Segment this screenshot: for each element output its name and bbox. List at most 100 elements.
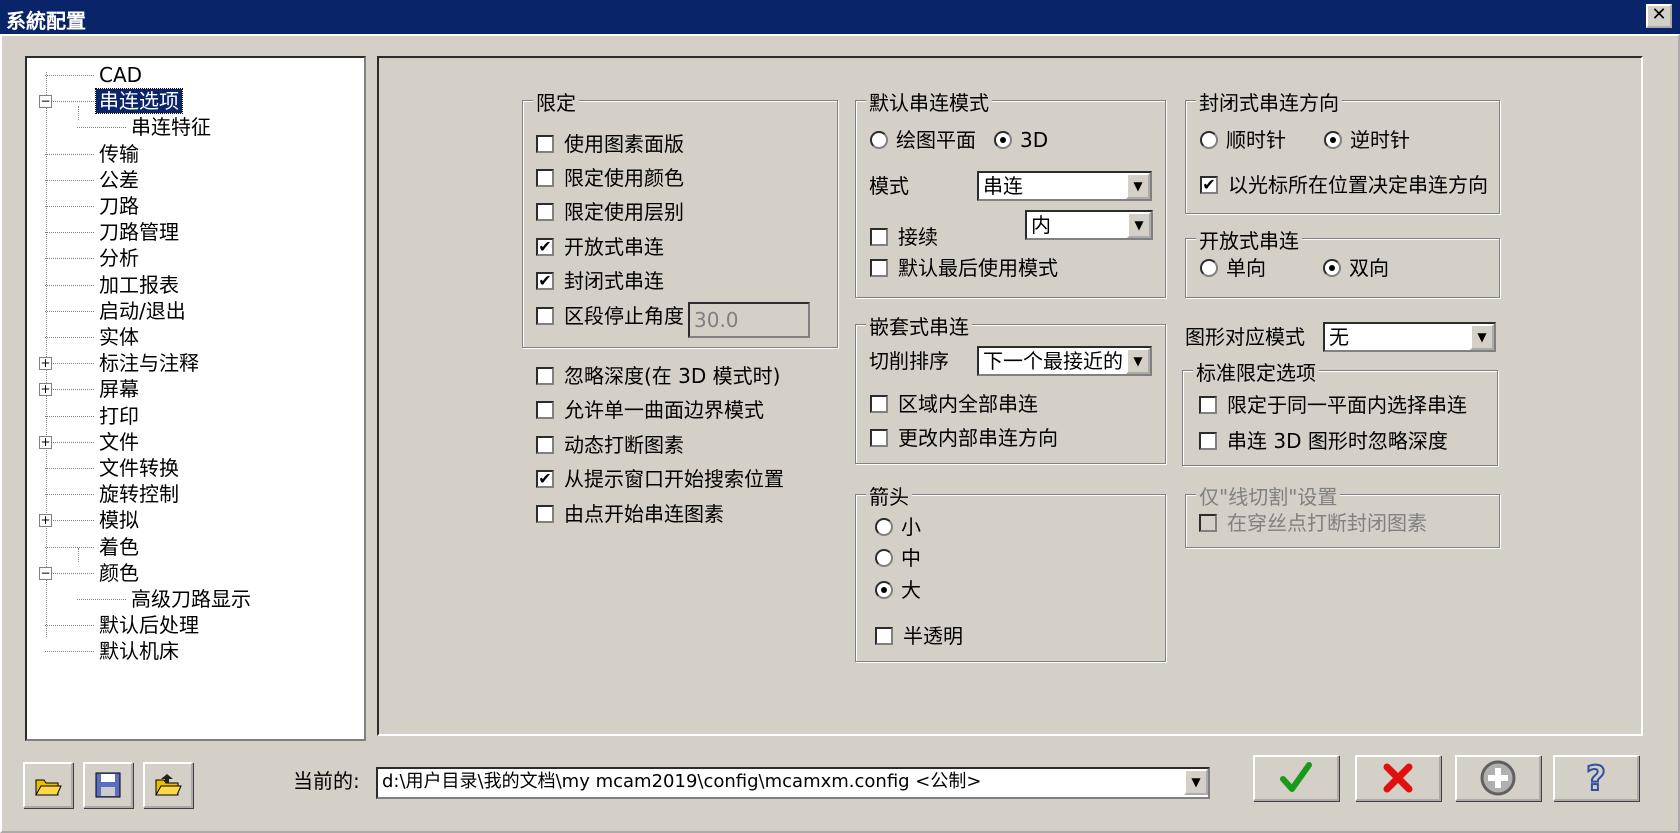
clockwise-radio[interactable]: 顺时针 (1200, 128, 1286, 154)
checkbox-box[interactable] (536, 306, 554, 325)
tree-item[interactable]: 刀路 (96, 193, 142, 219)
current-config-select[interactable]: d:\用户目录\我的文档\my mcam2019\config\mcamxm.c… (376, 767, 1210, 799)
tree-item[interactable]: 加工报表 (96, 272, 182, 298)
tree-item[interactable]: 旋转控制 (96, 481, 182, 507)
help-button[interactable]: ? (1553, 755, 1639, 801)
expand-icon[interactable]: + (39, 435, 52, 449)
checkbox-box[interactable] (536, 202, 554, 221)
all-in-region-checkbox[interactable]: 区域内全部串连 (870, 392, 1038, 418)
use-last-mode-checkbox[interactable]: 默认最后使用模式 (870, 256, 1058, 282)
counterclockwise-radio[interactable]: 逆时针 (1324, 128, 1410, 154)
save-as-button[interactable] (143, 762, 193, 808)
wait-checkbox[interactable]: 接续 (870, 225, 938, 251)
reverse-inner-checkbox[interactable]: 更改内部串连方向 (870, 426, 1058, 452)
tree-item[interactable]: 高级刀路显示 (128, 586, 254, 612)
arrow-small-radio[interactable]: 小 (875, 515, 921, 541)
limit-level-checkbox[interactable]: 限定使用层别 (536, 200, 684, 226)
radio-circle[interactable] (1200, 130, 1218, 149)
radio-circle[interactable] (875, 517, 893, 536)
checkbox-box[interactable] (870, 428, 888, 447)
single-surface-checkbox[interactable]: 允许单一曲面边界模式 (536, 398, 764, 424)
use-entity-mask-checkbox[interactable]: 使用图素面版 (536, 132, 684, 158)
two-way-radio[interactable]: 双向 (1323, 256, 1389, 282)
checkbox-box[interactable] (536, 400, 554, 419)
radio-circle[interactable] (1200, 258, 1218, 277)
tree-item[interactable]: 传输 (96, 141, 142, 167)
tree-item[interactable]: 文件转换 (96, 455, 182, 481)
expand-icon[interactable]: + (39, 357, 52, 371)
save-button[interactable] (83, 762, 133, 808)
checkbox-box[interactable] (536, 504, 554, 523)
expand-icon[interactable]: + (39, 383, 52, 397)
3d-radio[interactable]: 3D (994, 128, 1048, 154)
collapse-icon[interactable]: − (39, 95, 52, 109)
radio-circle[interactable] (875, 548, 893, 567)
limit-color-checkbox[interactable]: 限定使用颜色 (536, 166, 684, 192)
checkbox-box[interactable] (536, 168, 554, 187)
cut-order-select[interactable]: 下一个最接近的 ▼ (977, 346, 1152, 376)
checkbox-box[interactable] (1199, 431, 1217, 450)
checkbox-box[interactable] (536, 469, 554, 488)
one-way-radio[interactable]: 单向 (1200, 256, 1266, 282)
tree-item[interactable]: 启动/退出 (96, 298, 189, 324)
arrow-large-radio[interactable]: 大 (875, 578, 921, 604)
checkbox-box[interactable] (870, 227, 888, 246)
checkbox-box[interactable] (536, 134, 554, 153)
add-button[interactable] (1455, 755, 1541, 801)
ignore-depth-3d-checkbox[interactable]: 串连 3D 图形时忽略深度 (1199, 429, 1448, 455)
cursor-direction-checkbox[interactable]: 以光标所在位置决定串连方向 (1200, 173, 1488, 199)
search-from-prompt-checkbox[interactable]: 从提示窗口开始搜索位置 (536, 467, 784, 493)
checkbox-box[interactable] (536, 271, 554, 290)
tree-item[interactable]: 屏幕 (96, 376, 142, 402)
ignore-depth-checkbox[interactable]: 忽略深度(在 3D 模式时) (536, 364, 780, 390)
plane-radio[interactable]: 绘图平面 (870, 128, 976, 154)
graphics-match-select[interactable]: 无 ▼ (1323, 322, 1496, 352)
open-file-button[interactable] (23, 762, 73, 808)
tree-item[interactable]: 着色 (96, 534, 142, 560)
category-tree[interactable] (25, 56, 366, 741)
tree-item[interactable]: 串连选项 (95, 88, 183, 115)
chevron-down-icon[interactable]: ▼ (1126, 348, 1150, 374)
checkbox-box[interactable] (536, 435, 554, 454)
collapse-icon[interactable]: − (39, 566, 52, 580)
start-from-point-checkbox[interactable]: 由点开始串连图素 (536, 502, 724, 528)
tree-item[interactable]: 分析 (96, 245, 142, 271)
ok-button[interactable] (1253, 755, 1339, 801)
open-chain-checkbox[interactable]: 开放式串连 (536, 235, 664, 261)
checkbox-box[interactable] (1200, 175, 1218, 194)
radio-circle[interactable] (994, 130, 1012, 149)
tree-item[interactable]: CAD (96, 62, 145, 88)
tree-item[interactable]: 公差 (96, 167, 142, 193)
tree-item[interactable]: 默认机床 (96, 638, 182, 664)
expand-icon[interactable]: + (39, 514, 52, 528)
tree-item[interactable]: 颜色 (96, 560, 142, 586)
chevron-down-icon[interactable]: ▼ (1184, 769, 1208, 795)
radio-circle[interactable] (870, 130, 888, 149)
closed-chain-checkbox[interactable]: 封闭式串连 (536, 269, 664, 295)
same-plane-checkbox[interactable]: 限定于同一平面内选择串连 (1199, 393, 1467, 419)
chevron-down-icon[interactable]: ▼ (1126, 173, 1150, 199)
checkbox-box[interactable] (870, 258, 888, 277)
partial-angle-checkbox[interactable]: 区段停止角度 (536, 304, 684, 330)
partial-angle-input[interactable]: 30.0 (688, 302, 810, 338)
translucent-checkbox[interactable]: 半透明 (875, 624, 963, 650)
radio-circle[interactable] (1323, 258, 1341, 277)
radio-circle[interactable] (1324, 130, 1342, 149)
arrow-medium-radio[interactable]: 中 (875, 546, 921, 572)
tree-item[interactable]: 标注与注释 (96, 350, 202, 376)
checkbox-box[interactable] (875, 626, 893, 645)
tree-item[interactable]: 模拟 (96, 507, 142, 533)
checkbox-box[interactable] (1199, 395, 1217, 414)
tree-item[interactable]: 实体 (96, 324, 142, 350)
chevron-down-icon[interactable]: ▼ (1127, 212, 1151, 238)
tree-item[interactable]: 默认后处理 (96, 612, 202, 638)
checkbox-box[interactable] (536, 366, 554, 385)
checkbox-box[interactable] (536, 237, 554, 256)
tree-item[interactable]: 刀路管理 (96, 219, 182, 245)
chevron-down-icon[interactable]: ▼ (1470, 324, 1494, 350)
checkbox-box[interactable] (870, 394, 888, 413)
tree-item[interactable]: 串连特征 (128, 114, 214, 140)
cancel-button[interactable] (1355, 755, 1441, 801)
dynamic-break-checkbox[interactable]: 动态打断图素 (536, 433, 684, 459)
tree-item[interactable]: 打印 (96, 403, 142, 429)
